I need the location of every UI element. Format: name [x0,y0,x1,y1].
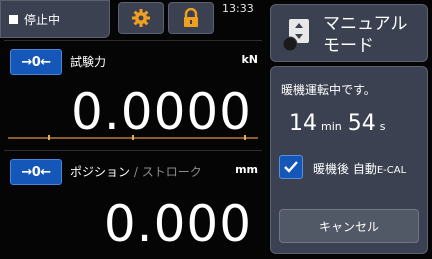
gear-icon [132,9,150,27]
manual-mode-button[interactable]: マニュアル モード [270,4,428,62]
manual-mode-line1: マニュアル [323,14,408,34]
timer-min-unit: min [321,120,342,133]
warmup-timer: 14 min 54 s [289,111,391,136]
manual-control-icon [282,19,309,52]
auto-ecal-label: 暖機後 自動E-CAL [313,160,406,177]
warmup-panel: 暖機運転中です。 14 min 54 s 暖機後 自動E-CAL キャンセル [270,66,428,254]
status-indicator: 停止中 [0,0,110,38]
position-panel: →0← ポジション / ストローク mm 0.000 [4,150,262,254]
timer-seconds: 54 [347,111,376,136]
force-label: 試験力 [70,55,107,69]
auto-ecal-label-main: 暖機後 自動 [313,162,377,176]
position-unit: mm [235,163,258,176]
position-label-main: ポジション [70,165,131,179]
auto-ecal-label-small: E-CAL [376,165,407,176]
manual-mode-label: マニュアル モード [323,13,408,57]
force-unit: kN [241,53,258,66]
force-zero-button[interactable]: →0← [10,49,62,75]
lock-button[interactable] [168,2,214,34]
manual-mode-line2: モード [323,36,374,56]
force-value: 0.0000 [71,83,252,141]
force-scale-line [8,135,258,140]
force-panel: →0← 試験力 kN 0.0000 [4,40,262,144]
timer-minutes: 14 [289,111,317,136]
position-label-sep: / [130,165,142,179]
lock-icon [184,8,198,27]
position-zero-button[interactable]: →0← [10,159,62,185]
stop-square-icon [9,14,18,24]
position-label-alt: ストローク [141,165,202,179]
settings-button[interactable] [118,2,164,34]
cancel-button[interactable]: キャンセル [279,209,419,243]
clock-time: 13:33 [222,2,254,15]
status-text: 停止中 [24,12,61,27]
position-value: 0.000 [103,195,252,253]
position-label: ポジション / ストローク [70,163,202,180]
warmup-message: 暖機運転中です。 [281,83,376,97]
timer-sec-unit: s [379,120,386,133]
auto-ecal-checkbox[interactable] [279,155,303,179]
checkmark-icon [284,161,298,173]
